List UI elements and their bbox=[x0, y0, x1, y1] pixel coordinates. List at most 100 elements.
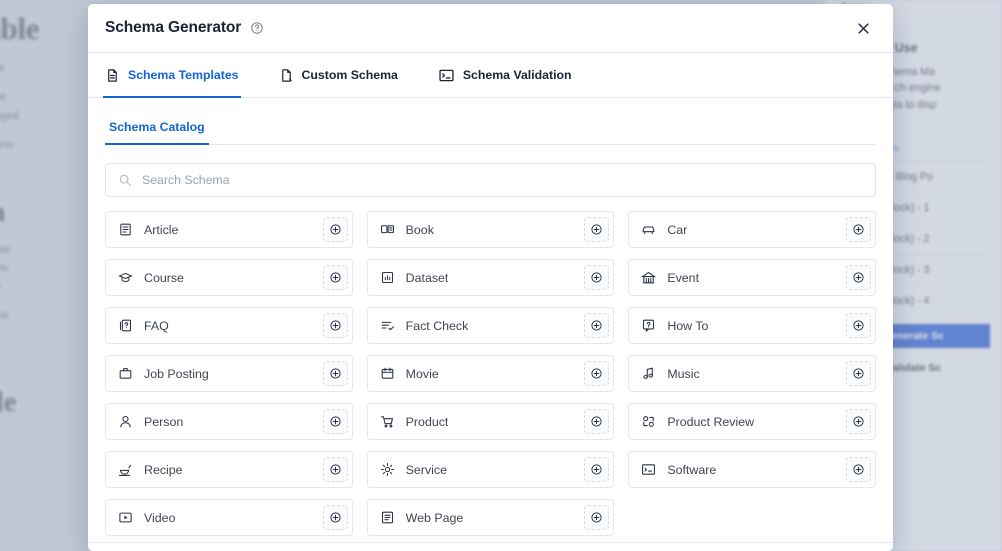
plus-circle-icon bbox=[330, 224, 341, 235]
plus-circle-icon bbox=[330, 368, 341, 379]
schema-card-book[interactable]: Book bbox=[366, 211, 615, 248]
schema-generator-modal: Schema Generator Schema Templates Custom… bbox=[88, 4, 893, 551]
plus-circle-icon bbox=[330, 272, 341, 283]
plus-circle-icon bbox=[591, 368, 602, 379]
schema-card-label: Fact Check bbox=[405, 318, 469, 333]
add-schema-button[interactable] bbox=[584, 409, 610, 434]
plus-circle-icon bbox=[591, 224, 602, 235]
add-schema-button[interactable] bbox=[846, 265, 871, 290]
plus-circle-icon bbox=[853, 416, 864, 427]
schema-card-music[interactable]: Music bbox=[628, 355, 876, 392]
web-page-icon bbox=[380, 510, 395, 525]
plus-circle-icon bbox=[330, 464, 341, 475]
tab-schema-validation[interactable]: Schema Validation bbox=[438, 53, 586, 97]
plus-circle-icon bbox=[853, 224, 864, 235]
how-to-icon bbox=[641, 318, 656, 333]
subtab-schema-catalog[interactable]: Schema Catalog bbox=[105, 112, 209, 145]
tab-label: Schema Validation bbox=[462, 68, 572, 82]
schema-card-job-posting[interactable]: Job Posting bbox=[105, 355, 353, 392]
add-schema-button[interactable] bbox=[584, 457, 610, 482]
plus-circle-icon bbox=[330, 512, 341, 523]
add-schema-button[interactable] bbox=[846, 217, 871, 242]
add-schema-button[interactable] bbox=[846, 361, 871, 386]
schema-card-fact-check[interactable]: Fact Check bbox=[366, 307, 615, 344]
document-icon bbox=[105, 68, 120, 83]
schema-card-web-page[interactable]: Web Page bbox=[366, 499, 615, 536]
graduation-cap-icon bbox=[118, 270, 133, 285]
tab-label: Custom Schema bbox=[301, 68, 398, 82]
schema-card-car[interactable]: Car bbox=[628, 211, 876, 248]
modal-body: Schema Catalog Article Book Car Course Datas… bbox=[88, 98, 893, 551]
tab-custom-schema[interactable]: Custom Schema bbox=[279, 53, 412, 97]
add-schema-button[interactable] bbox=[322, 217, 348, 242]
plus-circle-icon bbox=[853, 368, 864, 379]
add-schema-button[interactable] bbox=[584, 265, 610, 290]
schema-card-label: Book bbox=[405, 222, 434, 237]
help-circle-icon[interactable] bbox=[250, 21, 264, 35]
schema-card-label: FAQ bbox=[144, 318, 169, 333]
modal-header: Schema Generator bbox=[88, 4, 893, 53]
schema-card-article[interactable]: Article bbox=[105, 211, 353, 248]
add-schema-button[interactable] bbox=[584, 361, 610, 386]
schema-card-software[interactable]: Software bbox=[628, 451, 876, 488]
catalog-subtabs: Schema Catalog bbox=[105, 112, 876, 145]
video-play-icon bbox=[118, 510, 133, 525]
schema-card-how-to[interactable]: How To bbox=[628, 307, 876, 344]
add-schema-button[interactable] bbox=[322, 265, 348, 290]
schema-card-service[interactable]: Service bbox=[366, 451, 615, 488]
schema-card-label: Event bbox=[667, 270, 700, 285]
close-button[interactable] bbox=[849, 14, 877, 42]
schema-card-label: Recipe bbox=[144, 462, 183, 477]
person-icon bbox=[118, 414, 133, 429]
schema-card-label: Car bbox=[667, 222, 688, 237]
schema-card-course[interactable]: Course bbox=[105, 259, 353, 296]
faq-icon bbox=[118, 318, 133, 333]
schema-card-label: Article bbox=[144, 222, 179, 237]
schema-card-label: Dataset bbox=[405, 270, 449, 285]
plus-circle-icon bbox=[330, 416, 341, 427]
schema-card-video[interactable]: Video bbox=[105, 499, 353, 536]
schema-card-label: Video bbox=[144, 510, 176, 525]
plus-circle-icon bbox=[591, 272, 602, 283]
subtab-label: Schema Catalog bbox=[109, 120, 205, 134]
add-schema-button[interactable] bbox=[322, 313, 348, 338]
modal-footer-divider bbox=[88, 542, 893, 543]
schema-card-faq[interactable]: FAQ bbox=[105, 307, 353, 344]
car-icon bbox=[641, 222, 656, 237]
schema-card-label: Job Posting bbox=[144, 366, 209, 381]
add-schema-button[interactable] bbox=[322, 361, 348, 386]
schema-card-label: Movie bbox=[405, 366, 439, 381]
modal-tabbar: Schema Templates Custom Schema Schema Va… bbox=[88, 53, 893, 98]
search-input[interactable] bbox=[142, 173, 863, 187]
add-schema-button[interactable] bbox=[584, 505, 610, 530]
schema-card-dataset[interactable]: Dataset bbox=[366, 259, 615, 296]
add-schema-button[interactable] bbox=[846, 409, 871, 434]
schema-card-label: Product bbox=[405, 414, 449, 429]
search-bar[interactable] bbox=[105, 163, 876, 197]
schema-card-movie[interactable]: Movie bbox=[366, 355, 615, 392]
tab-label: Schema Templates bbox=[128, 68, 239, 82]
schema-card-person[interactable]: Person bbox=[105, 403, 353, 440]
software-window-icon bbox=[641, 462, 656, 477]
tab-schema-templates[interactable]: Schema Templates bbox=[103, 53, 253, 98]
book-icon bbox=[380, 222, 395, 237]
shopping-cart-icon bbox=[380, 414, 395, 429]
add-schema-button[interactable] bbox=[846, 457, 871, 482]
service-gear-icon bbox=[380, 462, 395, 477]
add-schema-button[interactable] bbox=[584, 313, 610, 338]
schema-card-recipe[interactable]: Recipe bbox=[105, 451, 353, 488]
add-schema-button[interactable] bbox=[322, 409, 348, 434]
add-schema-button[interactable] bbox=[322, 457, 348, 482]
schema-card-label: Software bbox=[667, 462, 717, 477]
schema-card-product-review[interactable]: Product Review bbox=[628, 403, 876, 440]
schema-card-event[interactable]: Event bbox=[628, 259, 876, 296]
schema-card-product[interactable]: Product bbox=[366, 403, 615, 440]
music-note-icon bbox=[641, 366, 656, 381]
product-review-icon bbox=[641, 414, 656, 429]
add-schema-button[interactable] bbox=[584, 217, 610, 242]
add-schema-button[interactable] bbox=[846, 313, 871, 338]
plus-circle-icon bbox=[591, 320, 602, 331]
add-schema-button[interactable] bbox=[322, 505, 348, 530]
plus-circle-icon bbox=[853, 464, 864, 475]
schema-card-label: Music bbox=[667, 366, 700, 381]
